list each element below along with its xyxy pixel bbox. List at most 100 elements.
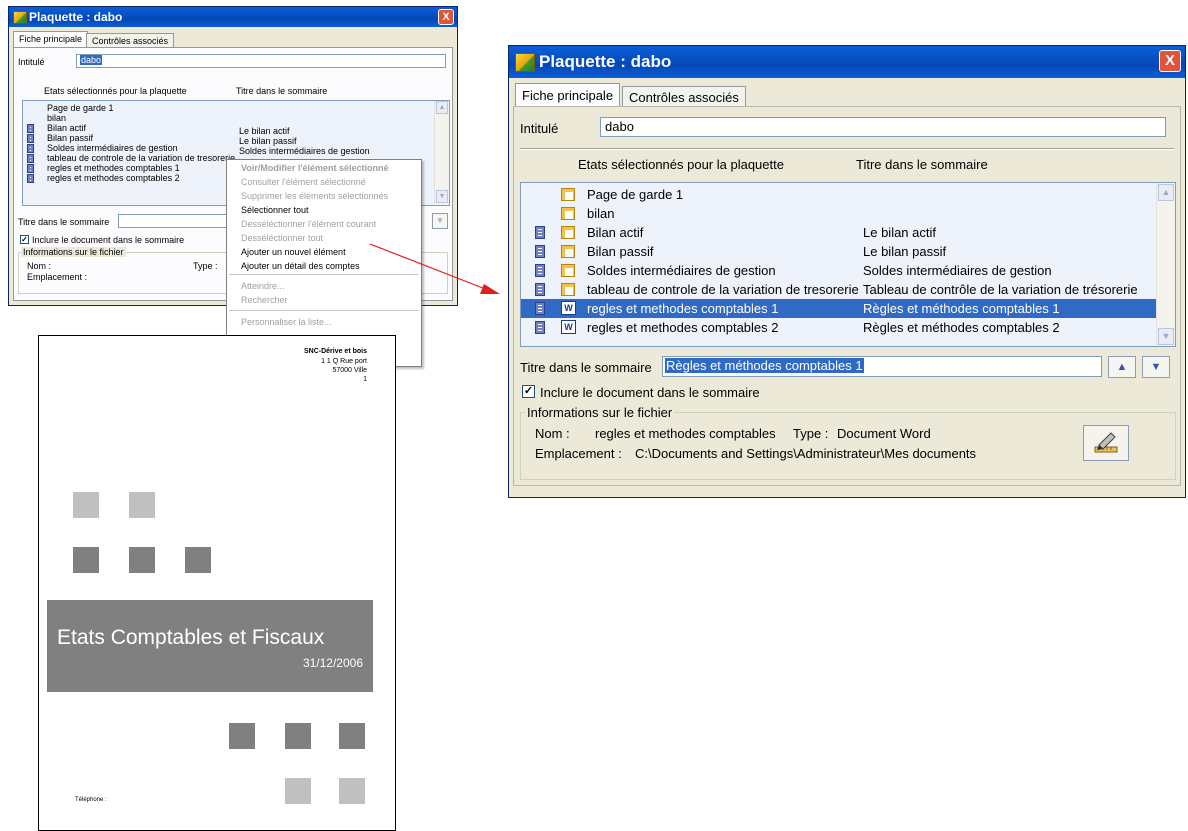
menu-item-supprimer[interactable]: Supprimer les éléments sélectionnés [241, 191, 388, 201]
header-divider [520, 148, 1174, 150]
row-name: Soldes intermédiaires de gestion [47, 143, 178, 153]
spreadsheet-icon [561, 264, 575, 277]
row-title: Soldes intermédiaires de gestion [863, 263, 1052, 278]
close-button[interactable]: X [1159, 50, 1181, 72]
list-item[interactable]: bilan [521, 204, 1175, 223]
word-document-icon: W [561, 320, 576, 334]
row-name: Bilan actif [587, 225, 644, 240]
small-intitule-input[interactable]: dabo [76, 54, 446, 68]
menu-separator [229, 310, 419, 311]
states-list[interactable]: Page de garde 1 bilan Bilan actif Le bil… [520, 182, 1176, 347]
book-icon [27, 124, 34, 133]
move-up-button[interactable]: ▲ [1108, 356, 1136, 378]
spreadsheet-icon [561, 207, 575, 220]
menu-item-rechercher[interactable]: Rechercher [241, 295, 288, 305]
list-item[interactable]: bilan [23, 113, 449, 123]
scroll-down-arrow-icon[interactable]: ▼ [1158, 328, 1174, 345]
row-name: bilan [47, 113, 67, 123]
plaquette-icon [13, 11, 27, 24]
row-name: Bilan actif [47, 123, 87, 133]
small-col-title-header: Titre dans le sommaire [236, 86, 328, 96]
list-item[interactable]: Bilan actif Le bilan actif [23, 123, 449, 136]
small-tab-controles-associes[interactable]: Contrôles associés [86, 33, 175, 48]
row-name: tableau de controle de la variation de t… [47, 153, 236, 163]
pointer-arrow [369, 243, 500, 294]
small-tab-fiche-principale[interactable]: Fiche principale [13, 31, 89, 48]
titre-value: Règles et méthodes comptables 1 [665, 358, 864, 373]
row-title: Règles et méthodes comptables 2 [863, 320, 1060, 335]
scroll-up-arrow-icon[interactable]: ▲ [1158, 184, 1174, 201]
decor-square [73, 547, 99, 573]
small-type-label: Type : [193, 261, 218, 271]
small-include-checkbox[interactable]: ✓ [20, 235, 29, 244]
small-titre-label: Titre dans le sommaire [18, 217, 110, 227]
menu-item-personnaliser[interactable]: Personnaliser la liste... [241, 317, 332, 327]
scroll-up-arrow-icon[interactable]: ▲ [436, 101, 448, 114]
cover-date: 31/12/2006 [302, 656, 363, 670]
move-down-button[interactable]: ▼ [1142, 356, 1170, 378]
intitule-input[interactable]: dabo [600, 117, 1166, 137]
spreadsheet-icon [561, 245, 575, 258]
small-intitule-label: Intitulé [18, 57, 45, 67]
menu-item-ajouter-element[interactable]: Ajouter un nouvel élément [241, 247, 346, 257]
small-list-scrollbar[interactable]: ▲ ▼ [434, 101, 449, 205]
title-bar[interactable]: Plaquette : dabo X [509, 46, 1185, 78]
book-icon [535, 302, 545, 315]
nom-value: regles et methodes comptables [595, 426, 776, 441]
small-col-states-header: Etats sélectionnés pour la plaquette [44, 86, 187, 96]
book-icon [27, 174, 34, 183]
tab-fiche-principale[interactable]: Fiche principale [515, 83, 621, 107]
menu-item-selectionner-tout[interactable]: Sélectionner tout [241, 205, 309, 215]
small-move-down-button[interactable]: ▼ [432, 213, 448, 229]
row-title: Tableau de contrôle de la variation de t… [863, 282, 1138, 297]
edit-document-button[interactable] [1083, 425, 1129, 461]
cover-telephone: Téléphone : [75, 797, 107, 803]
menu-item-atteindre[interactable]: Atteindre... [241, 281, 285, 291]
row-name: regles et methodes comptables 2 [587, 320, 779, 335]
type-value: Document Word [837, 426, 931, 441]
small-emplacement-label: Emplacement : [27, 272, 88, 282]
small-info-legend: Informations sur le fichier [21, 247, 126, 257]
row-name: bilan [587, 206, 615, 221]
list-item[interactable]: tableau de controle de la variation de t… [521, 280, 1175, 299]
menu-item-desselectionner-tout[interactable]: Desséléctionner tout [241, 233, 323, 243]
list-item[interactable]: Bilan passif Le bilan passif [521, 242, 1175, 261]
small-close-button[interactable]: X [438, 9, 454, 25]
list-item[interactable]: W regles et methodes comptables 2 Règles… [521, 318, 1175, 337]
company-city: 57000 Ville [332, 367, 367, 374]
list-item[interactable]: Soldes intermédiaires de gestion Soldes … [23, 143, 449, 156]
book-icon [535, 264, 545, 277]
small-nom-label: Nom : [27, 261, 52, 271]
decor-square [185, 547, 211, 573]
list-item-selected[interactable]: W regles et methodes comptables 1 Règles… [521, 299, 1157, 318]
row-name: regles et methodes comptables 1 [47, 163, 180, 173]
decor-square [129, 547, 155, 573]
small-include-label: Inclure le document dans le sommaire [32, 235, 185, 245]
spreadsheet-icon [561, 188, 575, 201]
book-icon [535, 283, 545, 296]
title-banner: Etats Comptables et Fiscaux 31/12/2006 [47, 600, 373, 692]
include-checkbox[interactable]: ✓ [522, 385, 535, 398]
scroll-down-arrow-icon[interactable]: ▼ [436, 190, 448, 203]
decor-square [285, 723, 311, 749]
decor-square [339, 723, 365, 749]
menu-item-desselectionner-courant[interactable]: Desséléctionner l'élément courant [241, 219, 376, 229]
tab-controles-associes[interactable]: Contrôles associés [622, 86, 746, 107]
row-name: Bilan passif [587, 244, 654, 259]
list-item[interactable]: Bilan passif Le bilan passif [23, 133, 449, 146]
decor-square [73, 492, 99, 518]
list-item[interactable]: Soldes intermédiaires de gestion Soldes … [521, 261, 1175, 280]
list-item[interactable]: Bilan actif Le bilan actif [521, 223, 1175, 242]
menu-item-voir-modifier[interactable]: Voir/Modifier l'élément sélectionné [241, 163, 389, 173]
list-item[interactable]: Page de garde 1 [23, 103, 449, 113]
spreadsheet-icon [561, 283, 575, 296]
menu-item-ajouter-detail[interactable]: Ajouter un détail des comptes [241, 261, 360, 271]
list-scrollbar[interactable]: ▲ ▼ [1156, 183, 1175, 346]
menu-item-consulter[interactable]: Consulter l'élément sélectionné [241, 177, 366, 187]
book-icon [535, 245, 545, 258]
titre-input[interactable]: Règles et méthodes comptables 1 [662, 356, 1102, 377]
list-item[interactable]: Page de garde 1 [521, 185, 1175, 204]
info-group: Informations sur le fichier Nom : regles… [520, 405, 1176, 480]
small-titre-input[interactable] [118, 214, 230, 228]
small-title-bar[interactable]: Plaquette : dabo X [9, 7, 457, 27]
